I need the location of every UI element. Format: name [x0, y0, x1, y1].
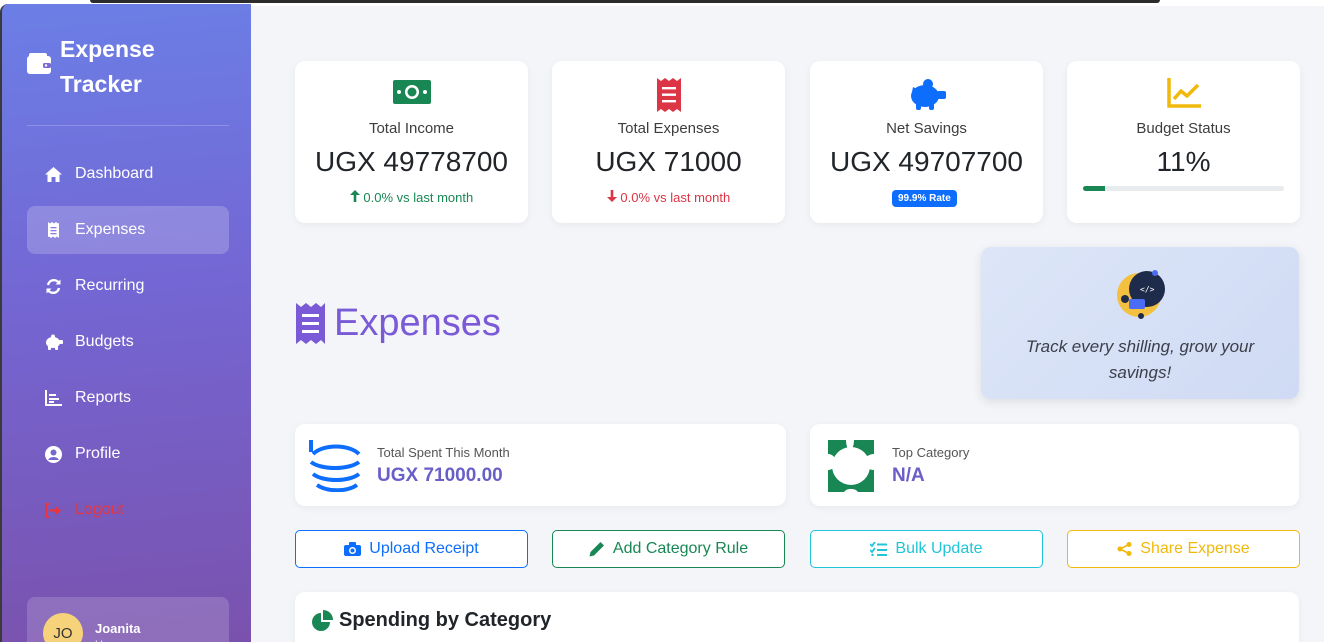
- sidebar-item-dashboard[interactable]: Dashboard: [27, 150, 229, 198]
- brand-line1: Expense: [60, 36, 155, 62]
- sidebar-item-label: Profile: [75, 445, 121, 462]
- sidebar-item-label: Dashboard: [75, 165, 154, 182]
- sidebar-item-profile[interactable]: Profile: [27, 430, 229, 478]
- motivation-card: </> Track every shilling, grow your savi…: [981, 247, 1299, 399]
- page-title-text: Expenses: [334, 302, 501, 344]
- user-circle-icon: [43, 444, 63, 464]
- user-name: Joanita: [95, 621, 141, 636]
- stat-value: UGX 71000: [595, 146, 742, 177]
- button-label: Add Category Rule: [612, 540, 749, 557]
- sidebar-item-logout[interactable]: Logout: [27, 486, 229, 534]
- sidebar-item-label: Logout: [75, 501, 124, 518]
- brand-name: Expense Tracker: [60, 32, 155, 102]
- sidebar-item-label: Reports: [75, 389, 132, 406]
- button-label: Share Expense: [1140, 540, 1250, 557]
- motivation-text: Track every shilling, grow your savings!: [1025, 337, 1255, 382]
- stat-value: UGX 49778700: [314, 146, 509, 177]
- sidebar-item-label: Budgets: [75, 333, 134, 350]
- spending-by-category-card: Spending by Category: [295, 592, 1299, 642]
- stat-label: Net Savings: [886, 120, 967, 137]
- sidebar-item-budgets[interactable]: Budgets: [27, 318, 229, 366]
- upload-receipt-button[interactable]: Upload Receipt: [295, 530, 528, 568]
- receipt-icon: [552, 78, 785, 112]
- stat-label: Budget Status: [1136, 120, 1231, 137]
- camera-icon: [344, 542, 362, 556]
- home-icon: [43, 164, 63, 184]
- spending-title: Spending by Category: [339, 609, 552, 631]
- sidebar-item-label: Expenses: [75, 221, 146, 238]
- money-bill-icon: [295, 78, 528, 110]
- budget-progress-fill: [1083, 186, 1106, 191]
- button-label: Upload Receipt: [369, 540, 479, 557]
- arrow-up-icon: [349, 190, 364, 205]
- summary-label: Top Category: [892, 445, 970, 460]
- pencil-icon: [589, 541, 605, 557]
- stat-card-total-income: Total Income UGX 49778700 0.0% vs last m…: [295, 61, 528, 223]
- chart-icon: [43, 388, 63, 408]
- stat-delta-text: 0.0% vs last month: [363, 190, 474, 205]
- sidebar-item-label: Recurring: [75, 277, 145, 294]
- brand-line2: Tracker: [60, 71, 142, 97]
- spending-header: Spending by Category: [312, 609, 551, 632]
- logout-icon: [43, 500, 63, 520]
- summary-value: N/A: [892, 465, 925, 486]
- add-category-rule-button[interactable]: Add Category Rule: [552, 530, 785, 568]
- share-expense-button[interactable]: Share Expense: [1067, 530, 1300, 568]
- page-title: Expenses: [295, 302, 501, 345]
- piggy-bank-icon: [810, 78, 1043, 110]
- pie-chart-icon: [312, 610, 333, 631]
- budget-progress-bar: [1083, 186, 1284, 191]
- stat-card-total-expenses: Total Expenses UGX 71000 0.0% vs last mo…: [552, 61, 785, 223]
- arrow-down-icon: [606, 190, 621, 205]
- stat-card-budget-status: Budget Status 11%: [1067, 61, 1300, 223]
- summary-card-total-spent: Total Spent This Month UGX 71000.00: [295, 424, 786, 506]
- stat-delta-text: 0.0% vs last month: [620, 190, 731, 205]
- stat-value: UGX 49707700: [829, 146, 1024, 177]
- summary-label: Total Spent This Month: [377, 445, 510, 460]
- developer-illustration-icon: </>: [1117, 270, 1165, 319]
- receipt-icon: [43, 220, 63, 240]
- sidebar: Expense Tracker Dashboard Expenses Recur…: [0, 4, 251, 642]
- button-label: Bulk Update: [895, 540, 983, 557]
- stat-label: Total Expenses: [617, 120, 720, 137]
- stat-card-net-savings: Net Savings UGX 49707700 99.9% Rate: [810, 61, 1043, 223]
- brand[interactable]: Expense Tracker: [26, 32, 155, 102]
- receipt-icon: [296, 303, 325, 344]
- stat-delta: 0.0% vs last month: [552, 190, 785, 205]
- summary-value: UGX 71000.00: [377, 465, 503, 486]
- coins-icon: [309, 440, 361, 492]
- stat-label: Total Income: [368, 120, 455, 137]
- user-card[interactable]: JO Joanita User: [27, 597, 229, 642]
- bulk-update-button[interactable]: Bulk Update: [810, 530, 1043, 568]
- avatar: JO: [43, 613, 83, 642]
- summary-card-top-category: Top Category N/A: [810, 424, 1299, 506]
- wallet-icon: [27, 53, 51, 74]
- sync-icon: [43, 276, 63, 296]
- stat-value: 11%: [1156, 146, 1211, 177]
- rate-badge: 99.9% Rate: [892, 190, 957, 207]
- share-icon: [1117, 542, 1132, 556]
- svg-text:</>: </>: [1140, 285, 1155, 294]
- list-check-icon: [870, 542, 888, 556]
- piggy-bank-icon: [43, 332, 63, 352]
- sidebar-item-reports[interactable]: Reports: [27, 374, 229, 422]
- sidebar-item-recurring[interactable]: Recurring: [27, 262, 229, 310]
- chart-line-icon: [1067, 78, 1300, 110]
- tag-icon: [828, 440, 874, 492]
- sidebar-divider: [27, 125, 229, 126]
- sidebar-item-expenses[interactable]: Expenses: [27, 206, 229, 254]
- stat-delta: 0.0% vs last month: [295, 190, 528, 205]
